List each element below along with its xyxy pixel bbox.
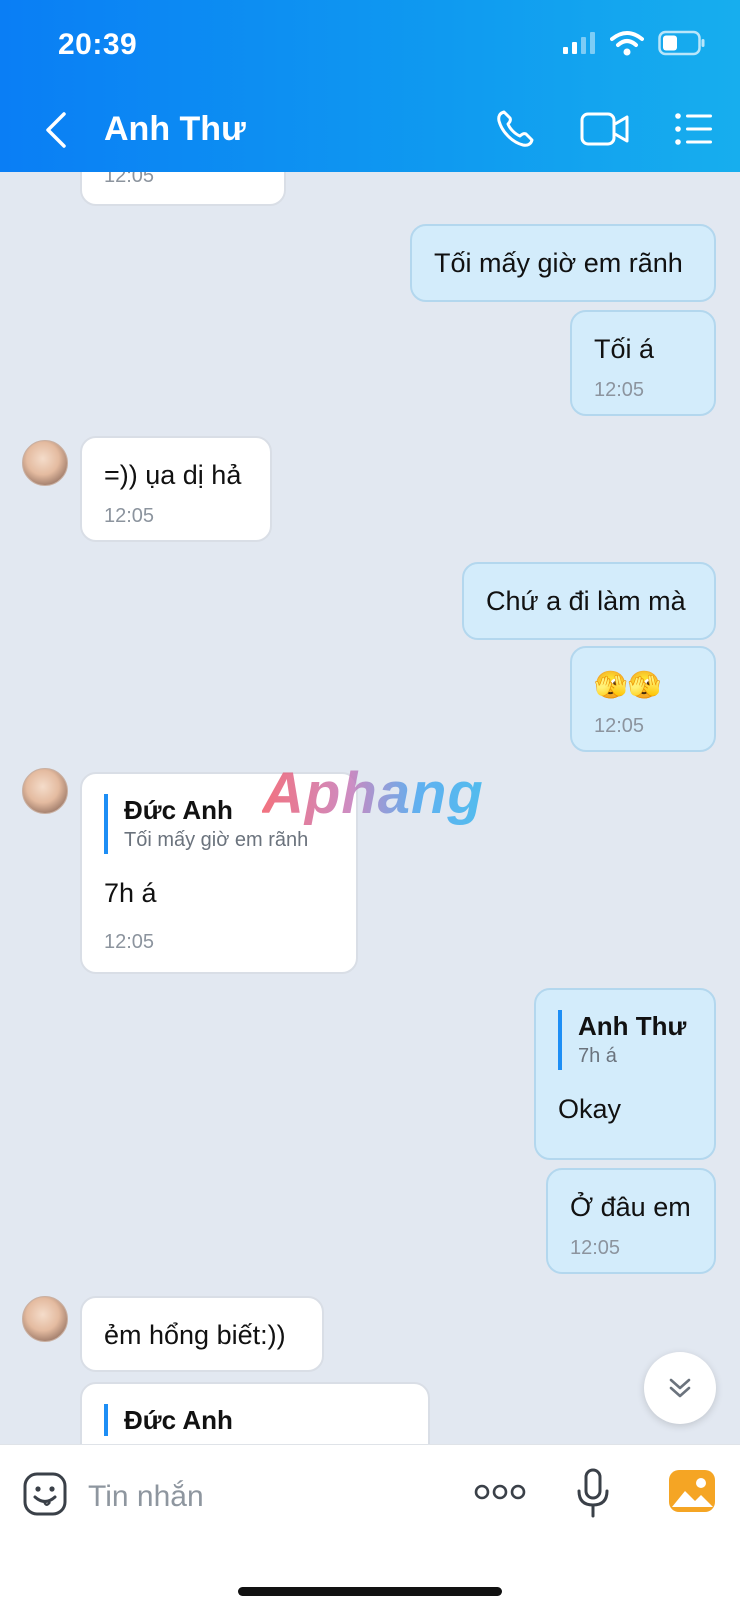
photo-icon[interactable] xyxy=(668,1469,716,1513)
microphone-icon[interactable] xyxy=(576,1467,610,1519)
message-list[interactable]: 12:05 Tối mấy giờ em rãnh Tối á 12:05 =)… xyxy=(0,172,740,1444)
home-indicator xyxy=(238,1587,502,1596)
message-time: 12:05 xyxy=(104,172,155,187)
message-text: Ở đâu em xyxy=(570,1192,691,1222)
chevron-double-down-icon xyxy=(669,1378,691,1398)
status-icons xyxy=(562,30,706,56)
message-text: Tối mấy giờ em rãnh xyxy=(434,248,683,278)
battery-icon xyxy=(658,30,705,56)
message-text: Okay xyxy=(558,1094,622,1124)
contact-avatar[interactable] xyxy=(22,768,68,814)
list-icon[interactable] xyxy=(674,112,714,151)
watermark-logo: Aphang xyxy=(262,761,484,826)
message-outgoing[interactable]: Chứ a đi làm mà xyxy=(462,562,716,640)
quote-text: Tối mấy giờ em rãnh xyxy=(124,829,309,851)
wifi-icon xyxy=(610,31,644,56)
video-icon[interactable] xyxy=(580,111,630,152)
back-chevron-icon[interactable] xyxy=(38,108,78,152)
message-composer xyxy=(0,1444,740,1600)
contact-avatar[interactable] xyxy=(22,1296,68,1342)
signal-icon xyxy=(563,32,595,54)
scroll-to-bottom-button[interactable] xyxy=(644,1352,716,1424)
message-time: 12:05 xyxy=(104,505,155,527)
message-time: 12:05 xyxy=(104,931,155,953)
message-text: ẻm hổng biết:)) xyxy=(104,1320,286,1350)
message-time: 12:05 xyxy=(594,715,645,737)
message-input[interactable] xyxy=(88,1471,428,1523)
contact-name[interactable]: Anh Thư xyxy=(104,110,246,149)
message-outgoing[interactable]: 🫣🫣 12:05 xyxy=(570,646,716,752)
reply-quote[interactable]: Anh Thư 7h á xyxy=(558,1010,692,1070)
message-reply-incoming[interactable]: Đức Anh xyxy=(80,1382,430,1444)
more-dots-icon[interactable] xyxy=(474,1481,526,1503)
message-incoming[interactable]: ẻm hổng biết:)) xyxy=(80,1296,324,1372)
message-emoji: 🫣🫣 xyxy=(594,670,662,700)
message-text: Tối á xyxy=(594,334,655,364)
status-time: 20:39 xyxy=(58,28,138,61)
message-time: 12:05 xyxy=(594,379,645,401)
message-text: =)) ụa dị hả xyxy=(104,460,242,490)
header-actions xyxy=(494,108,714,155)
message-text: Chứ a đi làm mà xyxy=(486,586,686,616)
chat-header: 20:39 Anh Thư xyxy=(0,0,740,172)
message-incoming[interactable]: =)) ụa dị hả 12:05 xyxy=(80,436,272,542)
phone-icon[interactable] xyxy=(494,108,536,155)
message-outgoing[interactable]: Tối á 12:05 xyxy=(570,310,716,416)
emoji-icon[interactable] xyxy=(22,1471,68,1517)
quote-sender: Anh Thư xyxy=(578,1011,687,1041)
message-text: 7h á xyxy=(104,878,157,908)
message-time: 12:05 xyxy=(570,1237,621,1259)
message-outgoing[interactable]: Tối mấy giờ em rãnh xyxy=(410,224,716,302)
contact-avatar[interactable] xyxy=(22,440,68,486)
message-outgoing[interactable]: Ở đâu em 12:05 xyxy=(546,1168,716,1274)
quote-text: 7h á xyxy=(578,1045,617,1067)
reply-quote[interactable]: Đức Anh xyxy=(104,1404,406,1436)
quote-sender: Đức Anh xyxy=(124,1405,233,1435)
message-reply-outgoing[interactable]: Anh Thư 7h á Okay xyxy=(534,988,716,1160)
message-incoming[interactable]: 12:05 xyxy=(80,172,286,206)
